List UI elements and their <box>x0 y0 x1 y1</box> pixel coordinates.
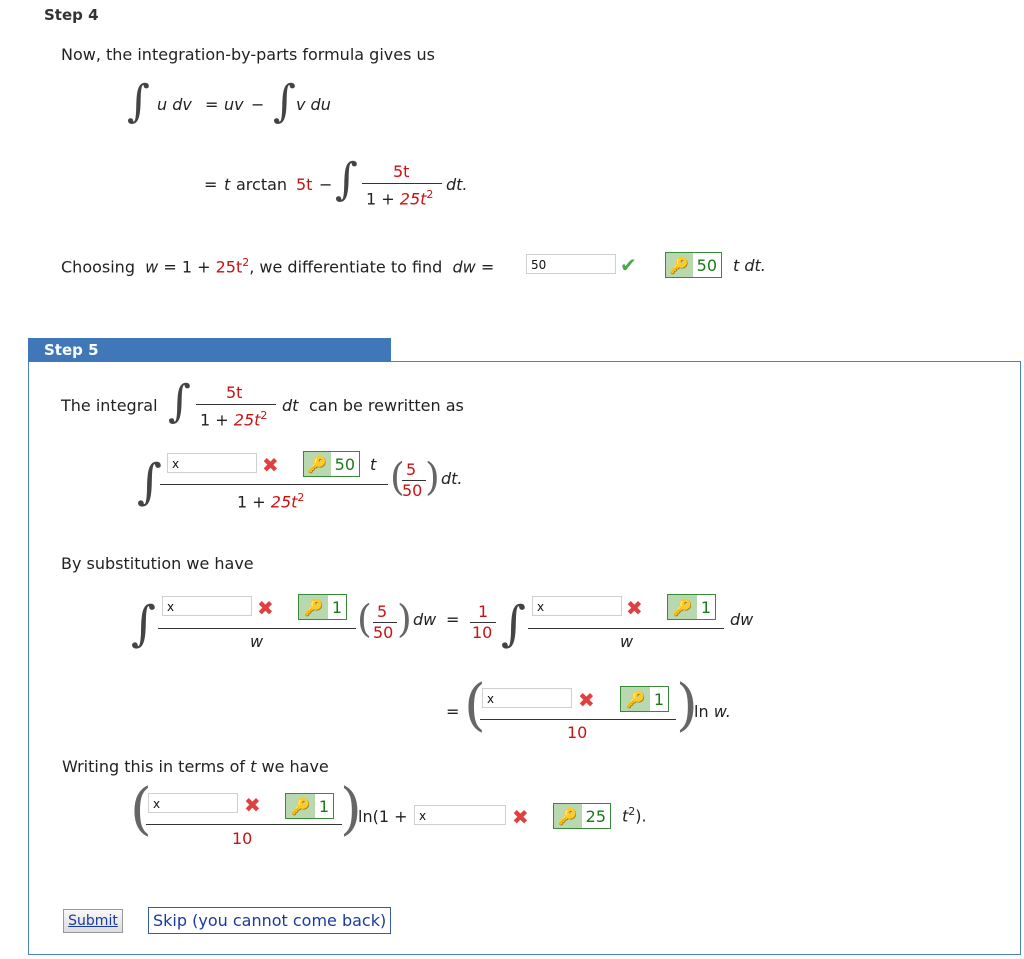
wrong-mark-icon: ✖ <box>257 596 274 620</box>
subst-eq: = <box>446 610 460 629</box>
right-paren: ) <box>425 455 440 499</box>
line2-num: 5t <box>393 162 410 181</box>
key-icon: 🔑 <box>304 452 331 476</box>
subst-dw1: dw <box>413 610 437 629</box>
formula-lhs: u dv <box>157 95 192 114</box>
integral-sign: ∫ <box>168 376 191 427</box>
answer-key-box[interactable]: 🔑 50 <box>303 451 360 477</box>
step4-title: Step 4 <box>44 6 99 24</box>
final-tail: t2). <box>622 805 647 826</box>
key-icon: 🔑 <box>666 253 693 277</box>
subst-left-input[interactable]: x <box>162 596 252 616</box>
formula-minus: − <box>251 95 265 114</box>
integral-intro: The integral <box>61 396 158 415</box>
subst-p-den: 50 <box>373 623 394 642</box>
fraction-bar <box>146 824 342 825</box>
checkmark-icon: ✔ <box>620 253 637 277</box>
subst-dw2: dw <box>730 610 754 629</box>
line2-t: t <box>224 175 231 194</box>
wrong-mark-icon: ✖ <box>244 793 261 817</box>
answer-key-box[interactable]: 🔑 1 <box>620 686 669 712</box>
step5-title: Step 5 <box>44 341 99 359</box>
fraction-bar <box>480 719 676 720</box>
dw-answer-input[interactable]: 50 <box>526 254 616 274</box>
wrong-mark-icon: ✖ <box>626 596 643 620</box>
writing-label: Writing this in terms of t we have <box>62 757 329 776</box>
integral-sign: ∫ <box>131 596 157 652</box>
rewrite-t: t <box>370 455 377 474</box>
rewrite-dt: dt. <box>441 469 463 488</box>
int-denominator: 1 + 25t2 <box>200 409 268 430</box>
final-den: 10 <box>232 829 253 848</box>
rewrite-denominator: 1 + 25t2 <box>237 491 305 512</box>
wrong-mark-icon: ✖ <box>578 688 595 712</box>
coef-den: 10 <box>472 623 493 642</box>
skip-button[interactable]: Skip (you cannot come back) <box>148 907 392 934</box>
int-numerator: 5t <box>226 383 243 402</box>
left-paren: ( <box>357 597 372 641</box>
rewrite-p-num: 5 <box>406 460 417 479</box>
line2-den: 1 + 25t2 <box>366 188 434 209</box>
final-numerator-input[interactable]: x <box>148 793 238 813</box>
line2-minus: − <box>319 175 333 194</box>
key-icon: 🔑 <box>554 804 582 828</box>
second-den: 10 <box>567 723 588 742</box>
right-paren: ) <box>397 597 412 641</box>
key-icon: 🔑 <box>299 595 328 619</box>
integral-sign: ∫ <box>335 154 358 205</box>
answer-key-box[interactable]: 🔑 25 <box>553 803 611 829</box>
step4-tail: t dt. <box>733 256 766 275</box>
formula-rhs: v du <box>296 95 331 114</box>
wrong-mark-icon: ✖ <box>512 805 529 829</box>
fraction-bar <box>362 183 442 184</box>
integral-sign: ∫ <box>501 596 527 652</box>
fraction-bar <box>160 484 388 485</box>
formula-eq: = <box>205 95 219 114</box>
line2-dt: dt. <box>446 175 468 194</box>
integral-sign: ∫ <box>127 76 150 127</box>
formula-uv: uv <box>224 95 244 114</box>
line2-arctan: arctan <box>236 175 288 194</box>
answer-key-box[interactable]: 🔑 1 <box>285 793 334 819</box>
answer-key-box[interactable]: 🔑 1 <box>298 594 347 620</box>
fraction-bar <box>528 628 724 629</box>
step5-panel <box>28 361 1021 955</box>
answer-key-box[interactable]: 🔑 1 <box>667 594 716 620</box>
second-input[interactable]: x <box>482 688 572 708</box>
final-ln: ln(1 + <box>358 807 408 826</box>
second-ln: ln w. <box>694 702 731 721</box>
line2-coef: 5t <box>296 175 313 194</box>
fraction-bar <box>196 404 276 405</box>
line2-eq: = <box>204 175 218 194</box>
integral-sign: ∫ <box>137 454 163 510</box>
key-icon: 🔑 <box>286 794 315 818</box>
key-icon: 🔑 <box>668 595 697 619</box>
coef-num: 1 <box>478 602 489 621</box>
int-dt: dt <box>282 396 299 415</box>
int-tail: can be rewritten as <box>309 396 464 415</box>
subst-w2: w <box>620 632 634 651</box>
final-t-coef-input[interactable]: x <box>414 805 506 825</box>
substitution-label: By substitution we have <box>61 554 254 573</box>
rewrite-p-den: 50 <box>402 481 423 500</box>
subst-p-num: 5 <box>377 602 388 621</box>
subst-right-input[interactable]: x <box>532 596 622 616</box>
key-icon: 🔑 <box>621 687 650 711</box>
submit-button[interactable]: Submit <box>63 909 123 933</box>
wrong-mark-icon: ✖ <box>262 453 279 477</box>
fraction-bar <box>158 628 356 629</box>
integral-sign: ∫ <box>273 76 296 127</box>
answer-key-box[interactable]: 🔑 50 <box>665 252 722 278</box>
subst-w1: w <box>250 632 264 651</box>
step4-intro: Now, the integration-by-parts formula gi… <box>61 45 435 64</box>
second-eq: = <box>446 702 460 721</box>
rewrite-numerator-input[interactable]: x <box>167 453 257 473</box>
choosing-line: Choosing w = 1 + 25t2, we differentiate … <box>61 256 495 277</box>
